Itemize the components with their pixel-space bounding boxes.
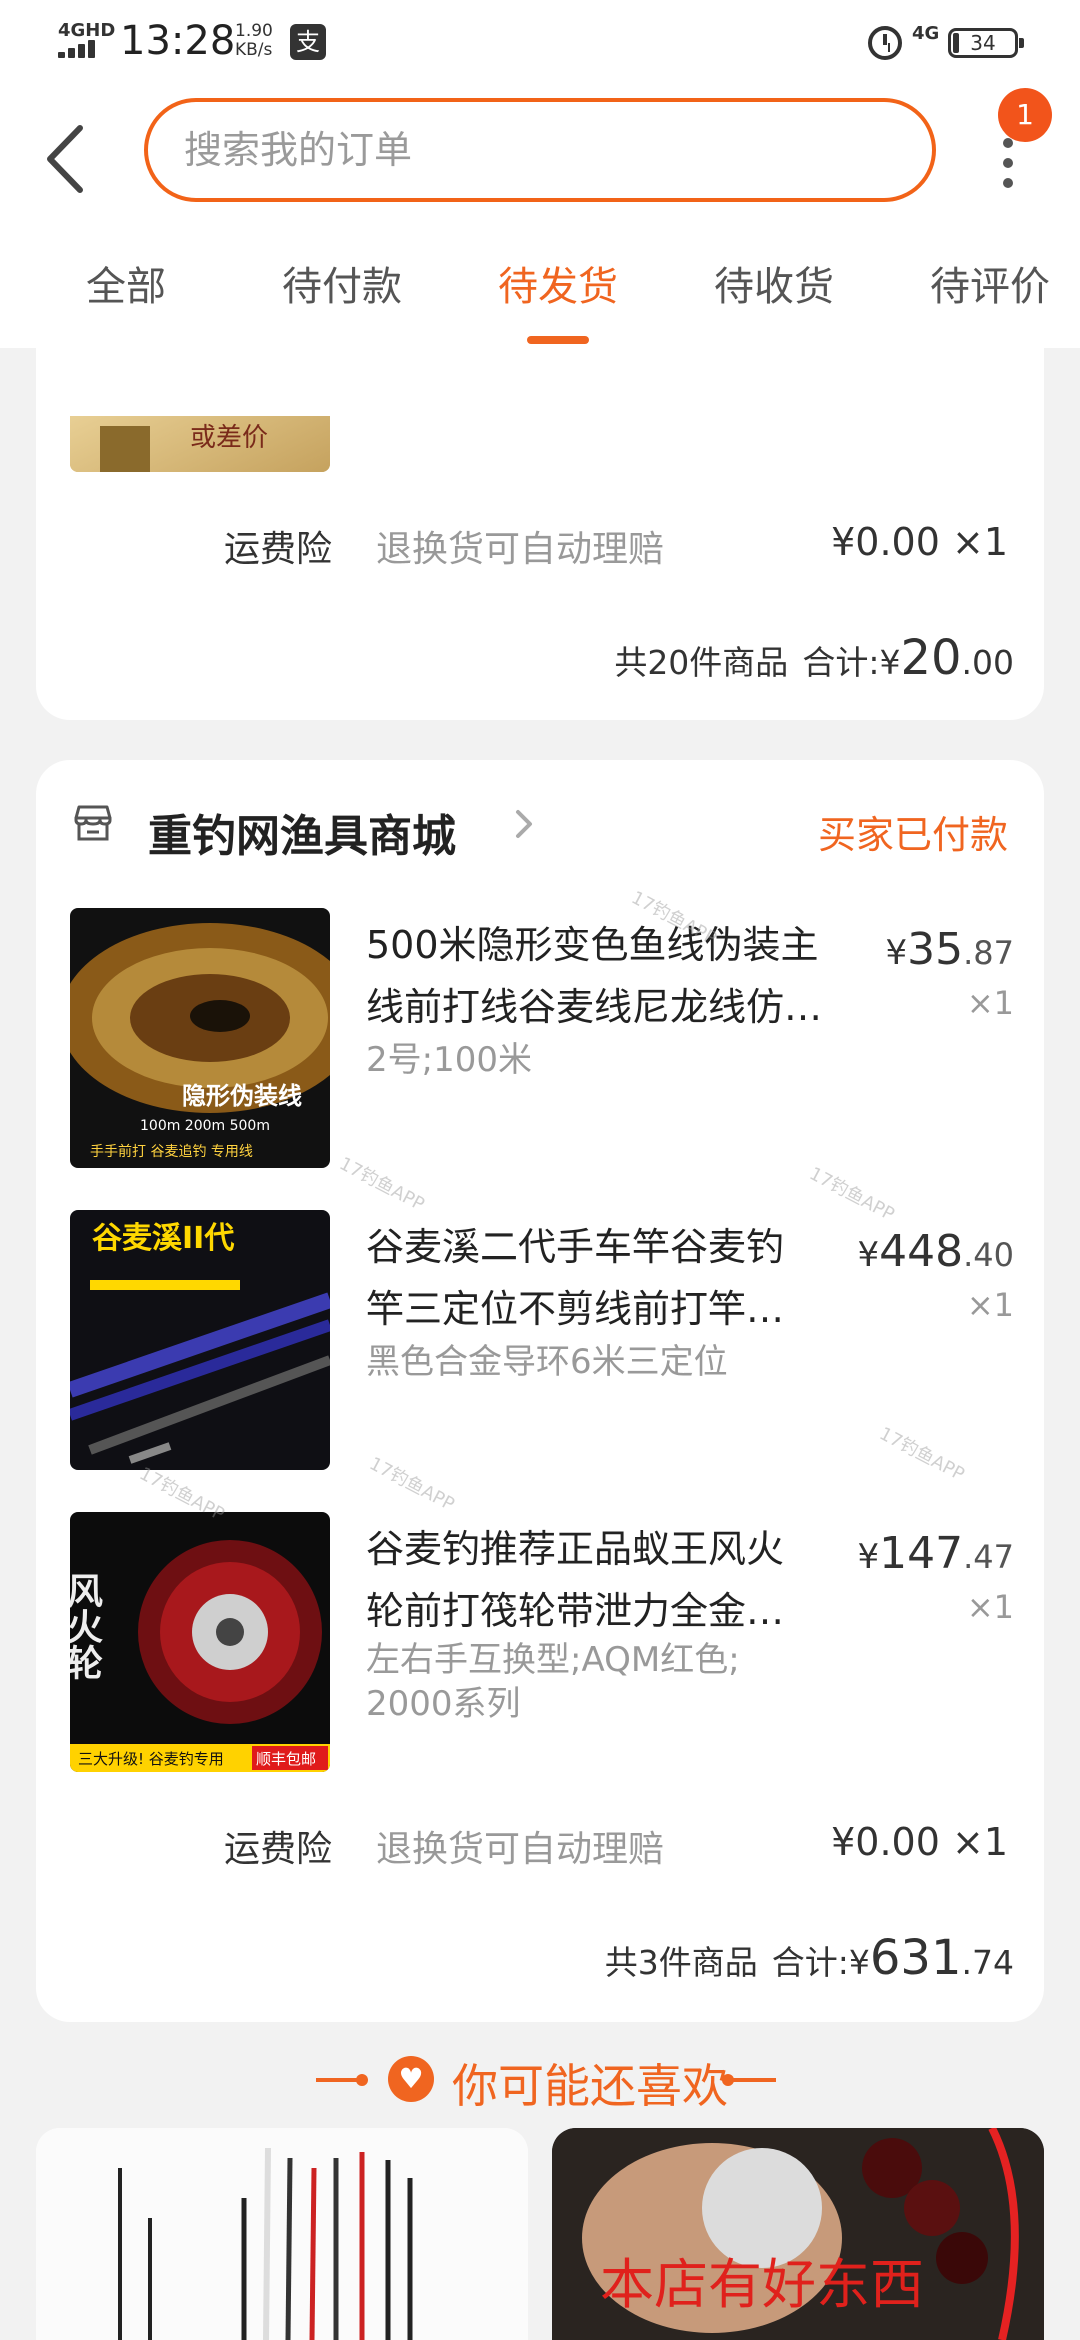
product-spec: 2号;100米 — [366, 1040, 532, 1080]
svg-text:或差价: 或差价 — [190, 423, 268, 453]
total-decimal: .00 — [961, 643, 1014, 682]
product-thumbnail[interactable]: 谷麦溪II代 — [70, 1210, 330, 1470]
thumb-caption: 风火轮 — [70, 1572, 103, 1680]
alipay-icon: 支 — [290, 24, 326, 60]
thumb-badge: 顺丰包邮 — [256, 1750, 316, 1768]
promo-text: 本店有好东西 — [600, 2253, 924, 2316]
order-tabs: 全部 待付款 待发货 待收货 待评价 — [0, 254, 1080, 348]
battery-icon: 34 — [948, 28, 1024, 58]
total-label: 合计: — [802, 643, 880, 682]
thumb-caption: 隐形伪装线 — [182, 1082, 302, 1110]
tab-pending-shipment[interactable]: 待发货 — [498, 254, 618, 312]
net-speed: 1.90 KB/s — [235, 21, 273, 60]
tab-all[interactable]: 全部 — [86, 254, 166, 312]
product-thumbnail[interactable]: 隐形伪装线 100m 200m 500m 手手前打 谷麦追钓 专用线 — [70, 908, 330, 1168]
product-image — [36, 2128, 528, 2340]
product-quantity: ×1 — [966, 984, 1014, 1022]
divider — [728, 2078, 776, 2082]
alarm-icon — [868, 26, 902, 60]
clock: 13:28 — [120, 18, 236, 64]
watermark: 17钓鱼APP — [335, 1153, 428, 1216]
order-total: 共20件商品 合计:¥20.00 — [614, 630, 1014, 686]
thumb-foot: 三大升级! 谷麦钓专用 — [78, 1750, 224, 1768]
tab-pending-payment[interactable]: 待付款 — [282, 254, 402, 312]
product-price: ¥35.87 — [885, 924, 1014, 975]
recommend-header: ♥ 你可能还喜欢 — [0, 2046, 1080, 2114]
product-spec: 黑色合金导环6米三定位 — [366, 1342, 728, 1382]
product-quantity: ×1 — [966, 1286, 1014, 1324]
chevron-right-icon[interactable] — [508, 804, 538, 844]
product-image: 风火轮 三大升级! 谷麦钓专用 顺丰包邮 — [70, 1512, 330, 1772]
thumb-sub: 100m 200m 500m — [140, 1118, 270, 1134]
back-button[interactable] — [38, 114, 98, 204]
order-card[interactable]: 重钓网渔具商城 买家已付款 隐形伪装线 100m 200m 500m 手手前打 … — [36, 760, 1044, 2022]
recommend-card[interactable]: 本店有好东西 — [552, 2128, 1044, 2340]
total-integer: 631 — [869, 1930, 962, 1986]
product-image: 或差价 元 — [70, 416, 330, 472]
shipping-insurance-price: ¥0.00 ×1 — [831, 520, 1008, 564]
active-tab-indicator — [527, 336, 589, 344]
tab-pending-receipt[interactable]: 待收货 — [714, 254, 834, 312]
watermark: 17钓鱼APP — [875, 1423, 968, 1486]
heart-icon: ♥ — [388, 2056, 434, 2102]
total-label: 合计: — [771, 1943, 849, 1982]
item-count: 共3件商品 — [604, 1943, 758, 1982]
product-image: 谷麦溪II代 — [70, 1210, 330, 1470]
tab-pending-review[interactable]: 待评价 — [930, 254, 1050, 312]
order-card-previous[interactable]: 或差价 元 运费险 退换货可自动理赔 ¥0.00 ×1 共20件商品合计:¥20… — [36, 348, 1044, 720]
divider-dot — [356, 2074, 368, 2086]
shipping-insurance-label: 运费险 — [224, 1829, 333, 1870]
shipping-insurance-desc: 退换货可自动理赔 — [376, 529, 665, 570]
currency-symbol: ¥ — [879, 643, 901, 682]
shipping-insurance-price: ¥0.00 ×1 — [831, 1820, 1008, 1864]
item-count: 共20件商品 — [614, 643, 789, 682]
chevron-left-icon — [47, 125, 83, 193]
shipping-insurance-desc: 退换货可自动理赔 — [376, 1829, 665, 1870]
order-total: 共3件商品 合计:¥631.74 — [605, 1930, 1014, 1986]
recommend-title: 你可能还喜欢 — [452, 2059, 728, 2113]
thumb-caption: 谷麦溪II代 — [92, 1221, 234, 1256]
signal-icon — [58, 38, 106, 58]
network-right: 4G — [912, 23, 940, 44]
total-decimal: .74 — [961, 1943, 1014, 1982]
product-title[interactable]: 500米隐形变色鱼线伪装主 线前打线谷麦线尼龙线仿… — [366, 914, 866, 1038]
product-spec: 左右手互换型;AQM红色; 2000系列 — [366, 1640, 740, 1724]
thumb-foot: 手手前打 谷麦追钓 专用线 — [90, 1143, 253, 1160]
store-icon — [74, 805, 112, 841]
shop-name[interactable]: 重钓网渔具商城 — [148, 800, 456, 864]
total-integer: 20 — [900, 630, 962, 686]
svg-text:元: 元 — [200, 470, 250, 472]
product-thumbnail[interactable]: 风火轮 三大升级! 谷麦钓专用 顺丰包邮 — [70, 1512, 330, 1772]
search-box[interactable] — [144, 98, 936, 202]
product-title[interactable]: 谷麦溪二代手车竿谷麦钓 竿三定位不剪线前打竿… — [366, 1216, 866, 1340]
currency-symbol: ¥ — [848, 1943, 870, 1982]
product-quantity: ×1 — [966, 1588, 1014, 1626]
product-price: ¥147.47 — [857, 1528, 1014, 1579]
product-price: ¥448.40 — [857, 1226, 1014, 1277]
watermark: 17钓鱼APP — [365, 1453, 458, 1516]
header: 1 全部 待付款 待发货 待收货 待评价 — [0, 84, 1080, 348]
search-input[interactable] — [184, 122, 884, 178]
recommend-card[interactable] — [36, 2128, 528, 2340]
product-title[interactable]: 谷麦钓推荐正品蚁王风火 轮前打筏轮带泄力全金… — [366, 1518, 866, 1642]
order-status: 买家已付款 — [817, 813, 1008, 857]
product-thumbnail[interactable]: 或差价 元 — [70, 348, 330, 472]
shipping-insurance-label: 运费险 — [224, 529, 333, 570]
notification-badge: 1 — [998, 88, 1052, 142]
status-bar: 4GHD 13:28 1.90 KB/s 支 4G 34 — [0, 0, 1080, 84]
product-image: 隐形伪装线 100m 200m 500m 手手前打 谷麦追钓 专用线 — [70, 908, 330, 1168]
